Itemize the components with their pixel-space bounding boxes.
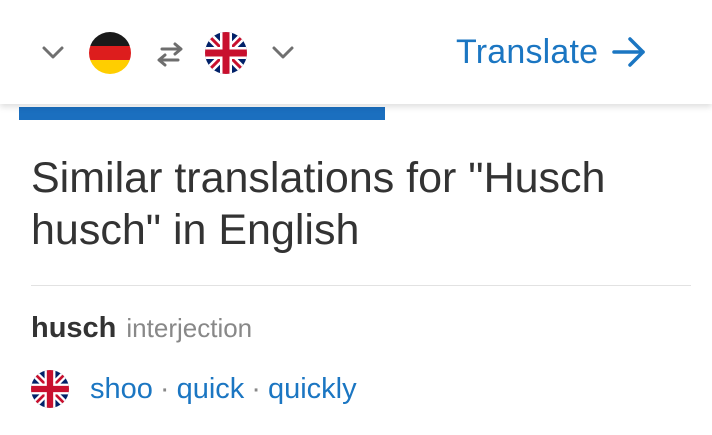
translation-link-shoo[interactable]: shoo <box>90 373 153 406</box>
loading-progress-fill <box>19 107 386 120</box>
swap-languages-icon[interactable] <box>150 39 190 69</box>
arrow-right-icon <box>612 37 646 67</box>
source-language-chevron-down-icon[interactable] <box>40 43 66 63</box>
translation-links: shoo · quick · quickly <box>90 373 357 406</box>
translate-button-label: Translate <box>456 33 599 71</box>
entry-headword: husch <box>31 312 117 344</box>
page-title: Similar translations for "Husch husch" i… <box>31 154 606 254</box>
germany-flag-icon[interactable] <box>89 32 131 74</box>
language-toolbar: Translate <box>0 0 712 104</box>
united-kingdom-flag-icon[interactable] <box>205 32 247 74</box>
separator: · <box>251 372 261 405</box>
separator: · <box>159 372 170 405</box>
divider <box>31 285 691 286</box>
entry-part-of-speech: interjection <box>126 313 253 343</box>
translation-list: shoo · quick · quickly <box>31 368 357 410</box>
translate-button[interactable]: Translate <box>456 28 648 76</box>
dictionary-entry-header: husch interjection <box>31 312 252 356</box>
translation-link-quick[interactable]: quick <box>177 373 245 406</box>
united-kingdom-flag-icon <box>31 370 69 408</box>
translation-link-quickly[interactable]: quickly <box>268 373 357 406</box>
target-language-chevron-down-icon[interactable] <box>270 43 296 63</box>
loading-progress-bar <box>19 107 691 120</box>
